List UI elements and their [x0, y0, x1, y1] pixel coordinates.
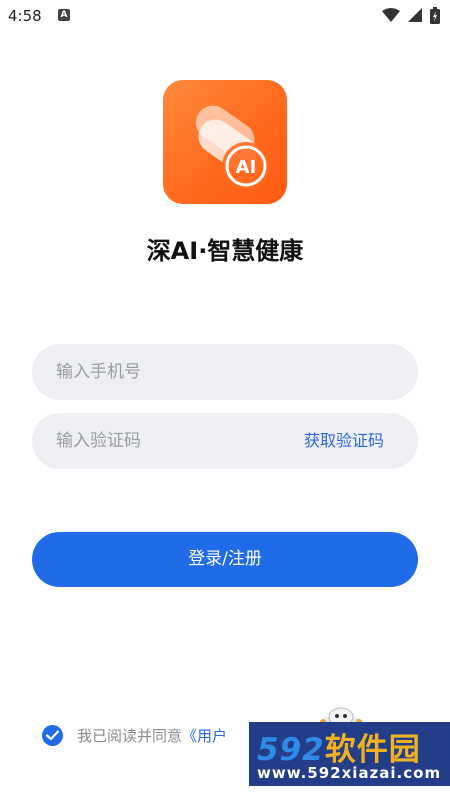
watermark-chinese: 软件园 [324, 732, 421, 768]
app-logo-letters: AI [236, 157, 257, 178]
wifi-icon [382, 8, 400, 22]
signal-icon [408, 8, 422, 22]
get-code-button[interactable]: 获取验证码 [304, 413, 384, 469]
agreement-checkbox[interactable] [42, 725, 63, 746]
verification-code-input[interactable] [32, 413, 282, 469]
check-icon [46, 730, 59, 741]
user-agreement-link[interactable]: 《用户 [182, 727, 227, 745]
phone-input[interactable] [32, 344, 418, 400]
watermark: 592软件园 www.592xiazai.com [249, 722, 450, 786]
watermark-url: www.592xiazai.com [257, 764, 442, 782]
status-icons [382, 6, 440, 24]
battery-icon [430, 6, 440, 24]
watermark-number: 592 [257, 732, 325, 768]
code-field[interactable]: 获取验证码 [32, 413, 418, 469]
app-logo-icon: AI [163, 80, 287, 204]
agreement-row: 我已阅读并同意《用户 [42, 725, 227, 746]
status-bar: 4:58 A [0, 0, 450, 32]
login-register-button[interactable]: 登录/注册 [32, 532, 418, 587]
phone-field[interactable] [32, 344, 418, 400]
app-logo-graphic: AI [195, 105, 270, 190]
app-title: 深AI·智慧健康 [146, 237, 304, 265]
notification-a-icon: A [58, 9, 70, 21]
status-time: 4:58 [8, 7, 42, 25]
agreement-text: 我已阅读并同意 [77, 727, 183, 745]
